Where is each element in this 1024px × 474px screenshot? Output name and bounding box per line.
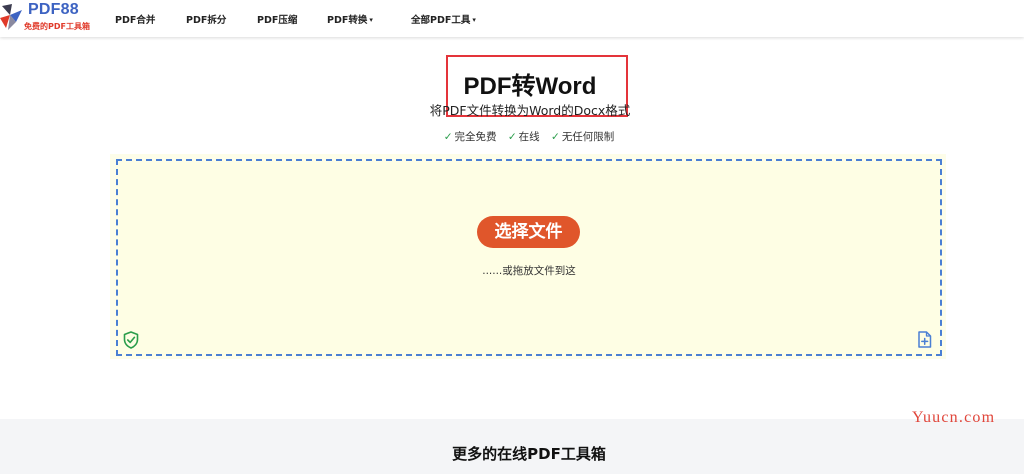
page-subtitle: 将PDF文件转换为Word的Docx格式 bbox=[429, 103, 631, 118]
nav-item-pdf-convert[interactable]: PDF转换 ▾ bbox=[327, 12, 373, 26]
feature-list: ✓ 完全免费 ✓ 在线 ✓ 无任何限制 bbox=[0, 129, 1024, 144]
check-icon: ✓ bbox=[551, 131, 560, 143]
chevron-down-icon: ▾ bbox=[472, 16, 476, 24]
nav-item-pdf-split[interactable]: PDF拆分 bbox=[186, 12, 226, 26]
nav-item-label: 全部PDF工具 bbox=[411, 15, 471, 26]
drag-drop-hint: ......或拖放文件到这 bbox=[482, 265, 576, 277]
brand-tagline: 免费的PDF工具箱 bbox=[24, 22, 90, 31]
nav-item-label: PDF转换 bbox=[327, 15, 368, 26]
nav-item-pdf-merge[interactable]: PDF合并 bbox=[115, 12, 155, 26]
nav-item-label: PDF拆分 bbox=[186, 15, 227, 26]
chevron-down-icon: ▾ bbox=[369, 16, 373, 24]
feature-item: ✓ 在线 bbox=[508, 129, 540, 144]
nav-item-label: PDF合并 bbox=[115, 15, 156, 26]
file-drop-zone[interactable] bbox=[116, 159, 942, 356]
brand-logo[interactable]: PDF88 免费的PDF工具箱 bbox=[0, 0, 100, 37]
check-icon: ✓ bbox=[507, 131, 517, 143]
nav-item-label: PDF压缩 bbox=[257, 15, 298, 26]
site-watermark: Yuucn.com bbox=[912, 409, 996, 426]
feature-label: 完全免费 bbox=[454, 131, 497, 143]
feature-item: ✓ 完全免费 bbox=[444, 129, 497, 144]
shield-check-icon bbox=[123, 331, 139, 349]
feature-label: 无任何限制 bbox=[561, 131, 615, 143]
logo-mark-icon bbox=[0, 4, 22, 30]
brand-name: PDF88 bbox=[28, 1, 79, 18]
more-tools-title: 更多的在线PDF工具箱 bbox=[452, 445, 606, 463]
add-file-icon[interactable] bbox=[917, 331, 932, 348]
feature-label: 在线 bbox=[518, 131, 540, 143]
select-file-button[interactable]: 选择文件 bbox=[477, 216, 580, 248]
nav-item-all-tools[interactable]: 全部PDF工具 ▾ bbox=[411, 12, 476, 26]
top-navbar: PDF88 免费的PDF工具箱 PDF合并 PDF拆分 PDF压缩 PDF转换 ▾… bbox=[0, 0, 1024, 37]
nav-item-pdf-compress[interactable]: PDF压缩 bbox=[257, 12, 297, 26]
feature-item: ✓ 无任何限制 bbox=[551, 129, 614, 144]
check-icon: ✓ bbox=[443, 131, 453, 143]
